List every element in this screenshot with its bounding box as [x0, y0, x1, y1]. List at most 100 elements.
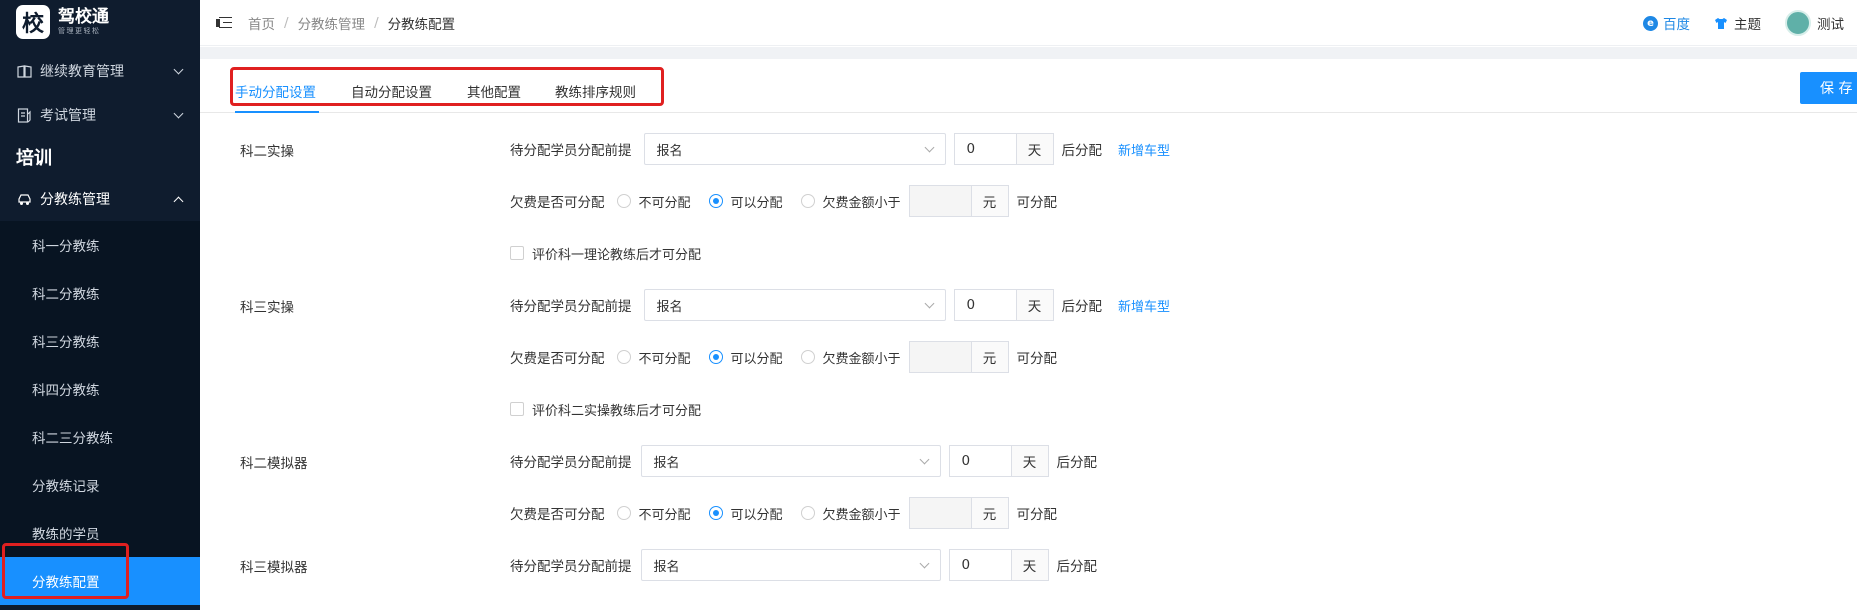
prereq-row: 待分配学员分配前提 报名 天 后分配 新增车型 — [510, 289, 1170, 321]
breadcrumb-home[interactable]: 首页 — [248, 13, 275, 33]
sidebar-item-assign-records[interactable]: 分教练记录 — [0, 461, 200, 509]
radio-fee-less-than[interactable]: 欠费金额小于 — [800, 192, 901, 211]
sidebar-group-label: 考试管理 — [40, 108, 96, 124]
after-assign-label: 后分配 — [1061, 143, 1103, 159]
radio-assignable[interactable]: 可以分配 — [708, 192, 783, 211]
chevron-down-icon — [924, 298, 934, 308]
sidebar-item-assign-config[interactable]: 分教练配置 — [0, 557, 200, 605]
after-assign-label: 后分配 — [1056, 559, 1098, 575]
days-unit: 天 — [1010, 445, 1049, 477]
fee-label: 欠费是否可分配 — [510, 195, 605, 211]
radio-not-assignable[interactable]: 不可分配 — [616, 504, 691, 523]
radio-assignable[interactable]: 可以分配 — [708, 504, 783, 523]
radio-assignable[interactable]: 可以分配 — [708, 348, 783, 367]
top-header: 首页 / 分教练管理 / 分教练配置 e 百度 主题 测试 — [200, 0, 1857, 46]
chevron-up-icon — [173, 196, 184, 206]
days-input[interactable] — [948, 445, 1011, 477]
app-logo[interactable]: 校 驾校通 管理更轻松 — [0, 0, 200, 44]
sidebar-item-subject2-assign[interactable]: 科二分教练 — [0, 269, 200, 317]
breadcrumb-coach-assignment[interactable]: 分教练管理 — [298, 13, 366, 33]
prereq-select[interactable]: 报名 — [643, 133, 946, 165]
prereq-label: 待分配学员分配前提 — [510, 143, 632, 159]
radio-fee-less-than[interactable]: 欠费金额小于 — [800, 348, 901, 367]
radio-fee-less-than[interactable]: 欠费金额小于 — [800, 504, 901, 523]
section-label-subject2-practice: 科二实操 — [240, 144, 294, 160]
chevron-down-icon — [173, 108, 184, 118]
menu-collapse-icon[interactable] — [216, 16, 232, 30]
days-unit: 天 — [1015, 289, 1054, 321]
fee-amount-input[interactable] — [908, 185, 971, 217]
prereq-select[interactable]: 报名 — [640, 549, 941, 581]
add-car-type-link[interactable]: 新增车型 — [1118, 140, 1170, 159]
fee-row: 欠费是否可分配 不可分配 可以分配 欠费金额小于 元 可分配 — [510, 497, 1057, 529]
chevron-down-icon — [924, 142, 934, 152]
check-row: 评价科一理论教练后才可分配 — [510, 237, 701, 269]
prereq-label: 待分配学员分配前提 — [510, 559, 632, 575]
shirt-icon — [1715, 17, 1727, 29]
yuan-unit: 元 — [970, 341, 1009, 373]
sidebar: 校 驾校通 管理更轻松 继续教育管理 考试管理 培训 分教练管理 科一分教练 科… — [0, 0, 200, 610]
fee-row: 欠费是否可分配 不可分配 可以分配 欠费金额小于 元 可分配 — [510, 185, 1057, 217]
tab-auto-assignment[interactable]: 自动分配设置 — [351, 81, 432, 101]
fee-amount-input[interactable] — [908, 497, 971, 529]
sidebar-section-title: 培训 — [16, 148, 52, 169]
prereq-row: 待分配学员分配前提 报名 天 后分配 — [510, 445, 1097, 477]
fee-row: 欠费是否可分配 不可分配 可以分配 欠费金额小于 元 可分配 — [510, 341, 1057, 373]
sidebar-group-exam[interactable]: 考试管理 — [0, 93, 200, 137]
after-assign-label: 后分配 — [1056, 455, 1098, 471]
chevron-down-icon — [919, 558, 929, 568]
days-input[interactable] — [953, 133, 1016, 165]
prereq-row: 待分配学员分配前提 报名 天 后分配 — [510, 549, 1097, 581]
section-label-subject3-simulator: 科三模拟器 — [240, 560, 308, 576]
days-unit: 天 — [1015, 133, 1054, 165]
fee-label: 欠费是否可分配 — [510, 507, 605, 523]
check-row: 评价科二实操教练后才可分配 — [510, 393, 701, 425]
tab-active-indicator — [235, 111, 319, 113]
days-unit: 天 — [1010, 549, 1049, 581]
days-input[interactable] — [948, 549, 1011, 581]
evaluate-checkbox[interactable]: 评价科二实操教练后才可分配 — [510, 400, 701, 419]
radio-not-assignable[interactable]: 不可分配 — [616, 192, 691, 211]
config-tabs: 手动分配设置 自动分配设置 其他配置 教练排序规则 — [200, 59, 1857, 113]
section-label-subject3-practice: 科三实操 — [240, 300, 294, 316]
days-input[interactable] — [953, 289, 1016, 321]
sidebar-group-label: 分教练管理 — [40, 192, 110, 208]
fee-row-partial — [510, 601, 514, 610]
save-button[interactable]: 保 存 — [1800, 72, 1857, 104]
prereq-select[interactable]: 报名 — [640, 445, 941, 477]
book-icon — [16, 63, 32, 79]
section-label-subject2-simulator: 科二模拟器 — [240, 456, 308, 472]
chevron-down-icon — [919, 454, 929, 464]
breadcrumb: 首页 / 分教练管理 / 分教练配置 — [248, 13, 456, 33]
prereq-label: 待分配学员分配前提 — [510, 455, 632, 471]
sidebar-item-subject4-assign[interactable]: 科四分教练 — [0, 365, 200, 413]
prereq-label: 待分配学员分配前提 — [510, 299, 632, 315]
radio-not-assignable[interactable]: 不可分配 — [616, 348, 691, 367]
sidebar-item-subject1-assign[interactable]: 科一分教练 — [0, 221, 200, 269]
logo-mark: 校 — [16, 5, 50, 39]
add-car-type-link[interactable]: 新增车型 — [1118, 296, 1170, 315]
fee-label: 欠费是否可分配 — [510, 351, 605, 367]
theme-button[interactable]: 主题 — [1714, 13, 1761, 33]
sidebar-item-subject23-assign[interactable]: 科二三分教练 — [0, 413, 200, 461]
sidebar-item-coach-students[interactable]: 教练的学员 — [0, 509, 200, 557]
car-icon — [16, 191, 32, 207]
can-assign-label: 可分配 — [1016, 351, 1058, 367]
tab-coach-sort-rules[interactable]: 教练排序规则 — [555, 81, 636, 101]
sidebar-group-coach-assignment[interactable]: 分教练管理 — [0, 177, 200, 221]
logo-subtitle: 管理更轻松 — [58, 27, 101, 35]
evaluate-checkbox[interactable]: 评价科一理论教练后才可分配 — [510, 244, 701, 263]
sidebar-group-label: 继续教育管理 — [40, 64, 124, 80]
chevron-down-icon — [173, 64, 184, 74]
sidebar-item-subject3-assign[interactable]: 科三分教练 — [0, 317, 200, 365]
sidebar-group-continuing-education[interactable]: 继续教育管理 — [0, 49, 200, 93]
user-menu[interactable]: 测试 — [1785, 10, 1857, 36]
baidu-link[interactable]: e 百度 — [1643, 13, 1690, 33]
user-name: 测试 — [1817, 17, 1844, 33]
yuan-unit: 元 — [970, 497, 1009, 529]
fee-amount-input[interactable] — [908, 341, 971, 373]
tab-manual-assignment[interactable]: 手动分配设置 — [235, 81, 316, 101]
tab-other-config[interactable]: 其他配置 — [467, 81, 521, 101]
prereq-row: 待分配学员分配前提 报名 天 后分配 新增车型 — [510, 133, 1170, 165]
prereq-select[interactable]: 报名 — [643, 289, 946, 321]
